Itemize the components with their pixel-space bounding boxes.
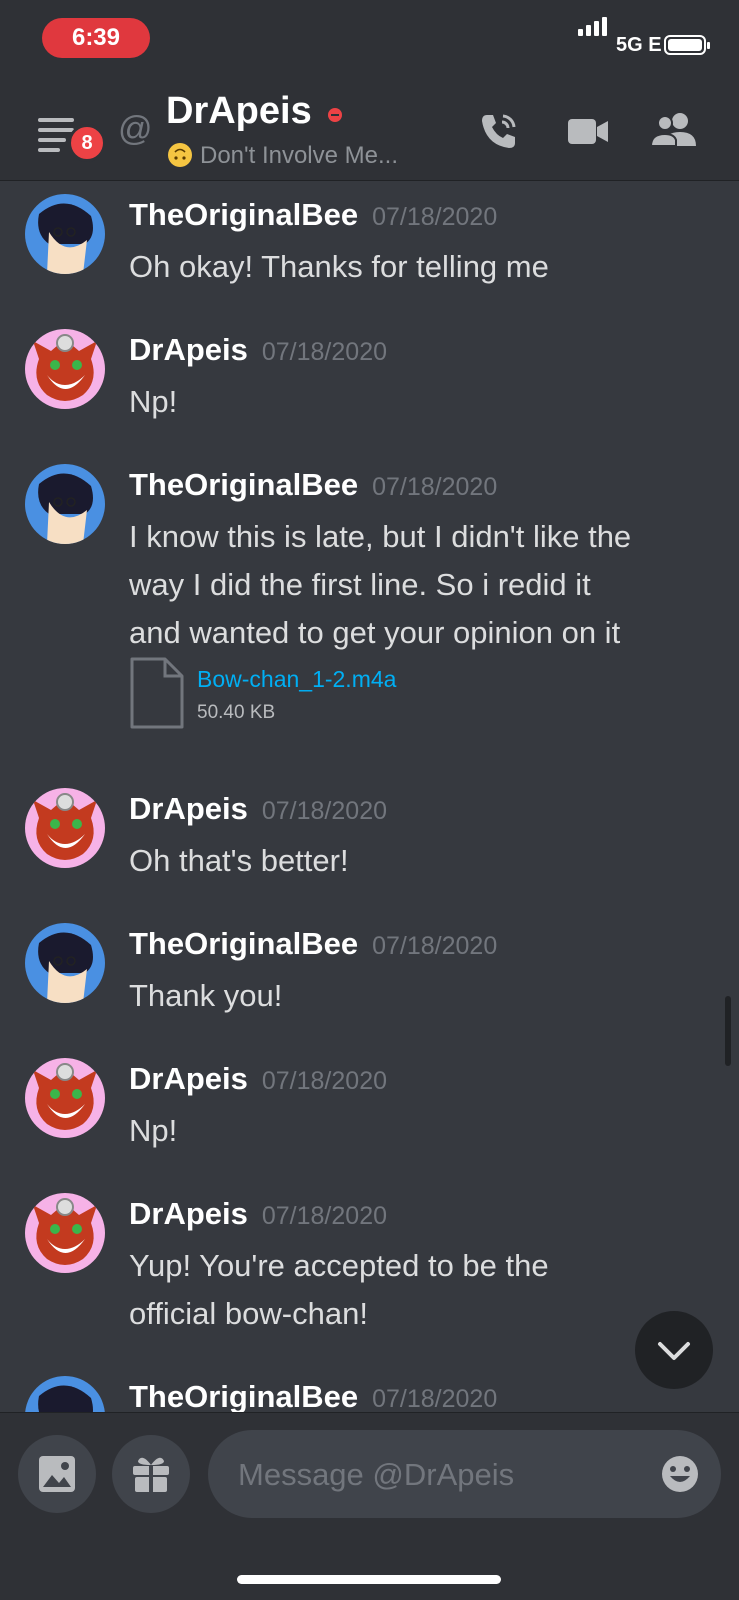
call-icon [482, 114, 516, 148]
avatar-theoriginalbee[interactable] [25, 194, 105, 274]
chevron-down-icon [658, 1342, 690, 1360]
message-timestamp: 07/18/2020 [261, 797, 387, 825]
message-author[interactable]: DrApeis 07/18/2020 [129, 332, 387, 368]
message-timestamp: 07/18/2020 [372, 473, 498, 501]
message-content: Oh okay! Thanks for telling me [129, 249, 549, 284]
message-author[interactable]: DrApeis 07/18/2020 [129, 1061, 387, 1097]
message-input[interactable] [236, 1430, 660, 1520]
message-input-container [208, 1430, 721, 1520]
message-item: TheOriginalBee 07/18/2020 [0, 1363, 739, 1412]
avatar-drapeis[interactable] [25, 788, 105, 868]
message-list[interactable]: TheOriginalBee 07/18/2020 Oh okay! Thanks… [0, 181, 739, 1412]
battery-icon [664, 35, 710, 55]
message-author[interactable]: TheOriginalBee 07/18/2020 [129, 197, 497, 233]
avatar-theoriginalbee[interactable] [25, 1376, 105, 1412]
emoji-icon [662, 1456, 698, 1492]
attach-image-button[interactable] [18, 1435, 96, 1513]
gift-button[interactable] [112, 1435, 190, 1513]
jump-to-present-button[interactable] [635, 1311, 713, 1389]
dnd-status-icon [328, 108, 342, 122]
message-item: DrApeis 07/18/2020 Oh that's better! [0, 775, 739, 895]
custom-status: Don't Involve Me... [168, 142, 398, 170]
file-icon [130, 657, 184, 729]
emoji-button[interactable] [660, 1454, 700, 1499]
message-timestamp: 07/18/2020 [261, 338, 387, 366]
video-icon [568, 119, 608, 144]
message-author[interactable]: TheOriginalBee 07/18/2020 [129, 926, 497, 962]
message-author[interactable]: TheOriginalBee 07/18/2020 [129, 467, 497, 503]
status-bar: 6:39 5G E [0, 0, 739, 86]
message-content: Yup! You're accepted to be the official … [129, 1248, 549, 1331]
message-timestamp: 07/18/2020 [261, 1067, 387, 1095]
image-icon [39, 1456, 75, 1492]
message-content: I know this is late, but I didn't like t… [129, 519, 632, 650]
dm-header: 8 @ DrApeis Don't Involve Me... [0, 86, 739, 181]
message-item: TheOriginalBee 07/18/2020 Thank you! [0, 910, 739, 1030]
upside-down-face-icon [168, 143, 192, 167]
message-content: Np! [129, 384, 178, 419]
members-icon [649, 113, 696, 147]
message-item: TheOriginalBee 07/18/2020 I know this is … [0, 451, 739, 751]
message-item: DrApeis 07/18/2020 Np! [0, 316, 739, 436]
scrollbar[interactable] [725, 996, 731, 1066]
status-time: 6:39 [42, 18, 150, 58]
message-composer [0, 1412, 739, 1600]
members-button[interactable] [649, 110, 698, 157]
message-timestamp: 07/18/2020 [372, 203, 498, 231]
attachment-filename[interactable]: Bow-chan_1-2.m4a [197, 666, 396, 693]
at-icon: @ [118, 110, 153, 148]
custom-status-text: Don't Involve Me... [200, 142, 398, 169]
message-item: DrApeis 07/18/2020 Np! [0, 1045, 739, 1165]
unread-badge: 8 [68, 124, 106, 162]
message-item: DrApeis 07/18/2020 Yup! You're accepted t… [0, 1180, 739, 1350]
video-call-button[interactable] [566, 110, 610, 157]
menu-icon [38, 118, 74, 122]
message-content: Oh that's better! [129, 843, 349, 878]
message-timestamp: 07/18/2020 [372, 932, 498, 960]
avatar-drapeis[interactable] [25, 1058, 105, 1138]
voice-call-button[interactable] [478, 110, 520, 157]
message-item: TheOriginalBee 07/18/2020 Oh okay! Thanks… [0, 181, 739, 301]
message-author[interactable]: DrApeis 07/18/2020 [129, 1196, 387, 1232]
gift-icon [133, 1457, 169, 1492]
avatar-drapeis[interactable] [25, 1193, 105, 1273]
message-timestamp: 07/18/2020 [261, 1202, 387, 1230]
network-type: 5G E [616, 34, 662, 56]
message-author[interactable]: TheOriginalBee 07/18/2020 [129, 1379, 497, 1412]
message-author[interactable]: DrApeis 07/18/2020 [129, 791, 387, 827]
message-timestamp: 07/18/2020 [372, 1385, 498, 1412]
avatar-drapeis[interactable] [25, 329, 105, 409]
dm-recipient-name[interactable]: DrApeis [166, 90, 312, 133]
avatar-theoriginalbee[interactable] [25, 464, 105, 544]
file-attachment[interactable]: Bow-chan_1-2.m4a 50.40 KB [129, 656, 429, 736]
home-indicator[interactable] [237, 1575, 501, 1584]
attachment-size: 50.40 KB [197, 702, 276, 723]
message-content: Thank you! [129, 978, 283, 1013]
avatar-theoriginalbee[interactable] [25, 923, 105, 1003]
message-content: Np! [129, 1113, 178, 1148]
